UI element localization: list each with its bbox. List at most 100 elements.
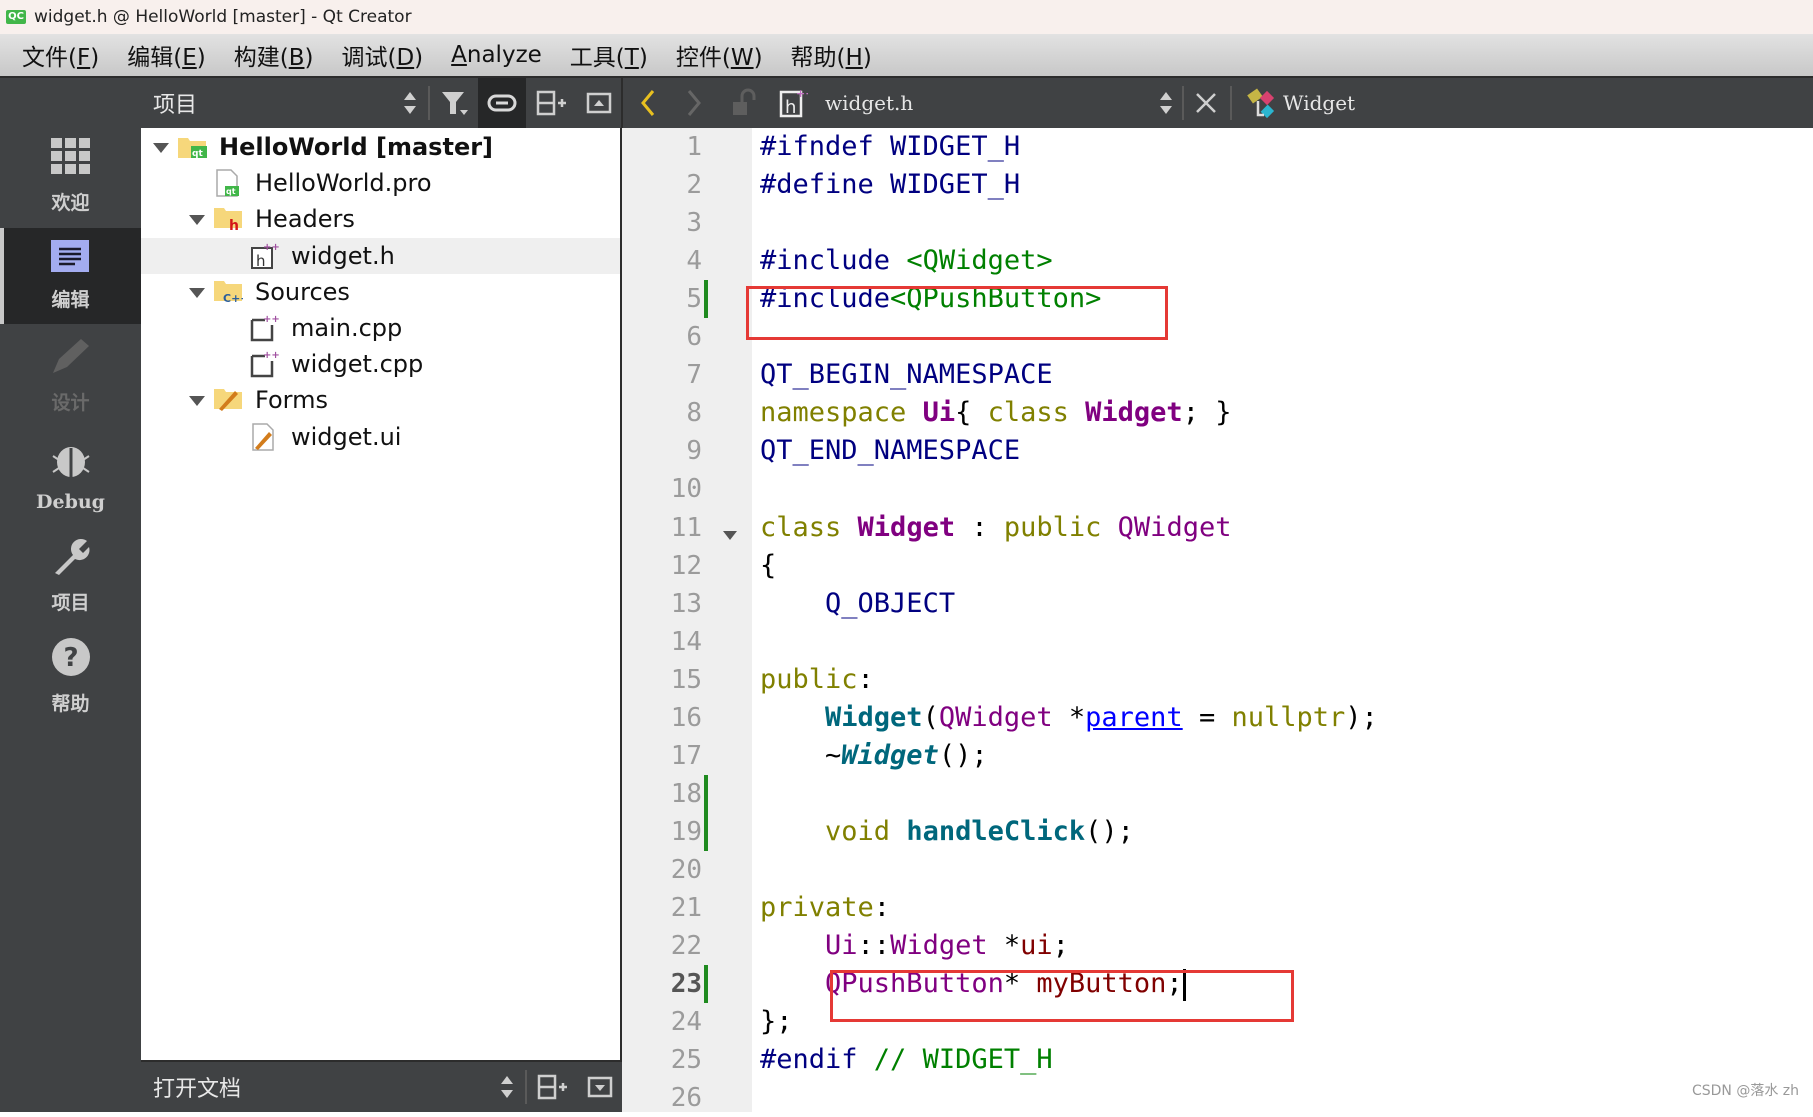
- symbol-selector[interactable]: Widget: [1283, 78, 1355, 128]
- mode-help[interactable]: ?帮助: [0, 628, 141, 724]
- split-icon[interactable]: [537, 1062, 569, 1112]
- tree-item[interactable]: ++widget.cpp: [141, 346, 620, 382]
- navigate-forward-icon[interactable]: [684, 78, 704, 128]
- code-line[interactable]: private:: [760, 889, 890, 927]
- code-line[interactable]: #ifndef WIDGET_H: [760, 128, 1020, 166]
- svg-text:C++: C++: [223, 292, 243, 305]
- fold-arrow-icon[interactable]: [723, 531, 737, 540]
- navigate-back-icon[interactable]: [638, 78, 658, 128]
- menu-bar: 文件(F) 编辑(E) 构建(B) 调试(D) Analyze 工具(T) 控件(W) 帮助(…: [0, 34, 1813, 78]
- line-number: 6: [622, 318, 702, 356]
- change-marker: [704, 965, 708, 1003]
- mode-edit[interactable]: 编辑: [0, 228, 141, 324]
- menu-item[interactable]: 调试(D): [341, 38, 423, 72]
- folder-cpp-file-icon: C++: [213, 277, 243, 305]
- line-number: 5: [622, 280, 702, 318]
- tree-item[interactable]: qtHelloWorld.pro: [141, 165, 620, 201]
- link-with-editor-icon[interactable]: [478, 78, 526, 128]
- mode-label: 帮助: [51, 689, 89, 716]
- tree-item[interactable]: C++Sources: [141, 274, 620, 310]
- mode-label: 项目: [51, 588, 89, 615]
- menu-item[interactable]: 文件(F): [22, 38, 99, 72]
- project-view-selector[interactable]: 项目: [153, 78, 197, 128]
- code-line[interactable]: Q_OBJECT: [760, 585, 955, 623]
- tree-item-label: Headers: [255, 205, 355, 233]
- menu-item[interactable]: 帮助(H): [791, 38, 872, 72]
- close-panel-icon[interactable]: [587, 1062, 613, 1112]
- close-document-icon[interactable]: [1194, 78, 1218, 128]
- menu-item[interactable]: 构建(B): [234, 38, 314, 72]
- toolbar: 项目 h++ widget.h Widget: [0, 78, 1813, 128]
- code-line[interactable]: void handleClick();: [760, 813, 1134, 851]
- code-line[interactable]: class Widget : public QWidget: [760, 509, 1231, 547]
- menu-item[interactable]: 工具(T): [570, 38, 648, 72]
- line-number: 24: [622, 1003, 702, 1041]
- code-line[interactable]: #include <QWidget>: [760, 242, 1053, 280]
- tree-item[interactable]: qtHelloWorld [master]: [141, 129, 620, 165]
- line-number: 18: [622, 775, 702, 813]
- expand-arrow-icon[interactable]: [189, 215, 205, 225]
- window-title: widget.h @ HelloWorld [master] - Qt Crea…: [34, 7, 412, 27]
- change-marker: [704, 813, 708, 851]
- code-line[interactable]: #define WIDGET_H: [760, 166, 1020, 204]
- expand-arrow-icon[interactable]: [189, 288, 205, 298]
- code-line[interactable]: namespace Ui{ class Widget; }: [760, 394, 1231, 432]
- line-number: 10: [622, 470, 702, 508]
- line-number: 17: [622, 737, 702, 775]
- svg-text:qt: qt: [226, 187, 236, 196]
- tree-item-label: widget.h: [291, 242, 395, 270]
- code-line[interactable]: Widget(QWidget *parent = nullptr);: [760, 699, 1378, 737]
- mode-bug[interactable]: Debug: [0, 428, 141, 524]
- cpp-file-icon: ++: [249, 349, 279, 377]
- menu-item[interactable]: 编辑(E): [127, 38, 206, 72]
- wrench-icon: [49, 537, 93, 582]
- svg-text:++: ++: [263, 314, 279, 325]
- menu-item[interactable]: 控件(W): [676, 38, 763, 72]
- tree-item[interactable]: hHeaders: [141, 201, 620, 237]
- code-line[interactable]: {: [760, 547, 776, 585]
- grid-icon: [49, 137, 93, 182]
- line-number: 16: [622, 699, 702, 737]
- code-line[interactable]: QT_END_NAMESPACE: [760, 432, 1020, 470]
- line-number: 15: [622, 661, 702, 699]
- tree-item[interactable]: ++main.cpp: [141, 310, 620, 346]
- mode-grid[interactable]: 欢迎: [0, 128, 141, 224]
- cpp-file-icon: ++: [249, 313, 279, 341]
- open-documents-selector[interactable]: 打开文档: [153, 1062, 241, 1112]
- code-line[interactable]: public:: [760, 661, 874, 699]
- file-selector-updown-icon[interactable]: [1158, 78, 1174, 128]
- header-file-icon: h++: [249, 241, 279, 269]
- close-sidebar-icon[interactable]: [586, 78, 612, 128]
- open-docs-updown-icon[interactable]: [499, 1062, 515, 1112]
- open-documents-label: 打开文档: [153, 1071, 241, 1103]
- tree-item[interactable]: h++ widget.h: [141, 238, 620, 274]
- filter-icon[interactable]: [440, 78, 470, 128]
- pencil-icon: [49, 337, 93, 382]
- edit-icon: [51, 240, 91, 279]
- current-file-label[interactable]: widget.h: [825, 78, 913, 128]
- menu-item[interactable]: Analyze: [451, 42, 542, 68]
- expand-arrow-icon[interactable]: [153, 143, 169, 153]
- tree-item[interactable]: Forms: [141, 382, 620, 418]
- tree-item[interactable]: widget.ui: [141, 419, 620, 455]
- expand-arrow-icon[interactable]: [189, 396, 205, 406]
- view-selector-updown-icon[interactable]: [402, 78, 418, 128]
- current-symbol-name: Widget: [1283, 91, 1355, 115]
- code-line[interactable]: };: [760, 1003, 793, 1041]
- ui-file-icon: [249, 422, 279, 450]
- code-line[interactable]: QT_BEGIN_NAMESPACE: [760, 356, 1053, 394]
- change-marker: [704, 775, 708, 813]
- line-number: 7: [622, 356, 702, 394]
- code-line[interactable]: ~Widget();: [760, 737, 988, 775]
- split-icon[interactable]: [536, 78, 568, 128]
- mode-wrench[interactable]: 项目: [0, 528, 141, 624]
- change-marker: [704, 280, 708, 318]
- line-number: 8: [622, 394, 702, 432]
- folder-ui-file-icon: [213, 385, 243, 413]
- code-line[interactable]: Ui::Widget *ui;: [760, 927, 1069, 965]
- highlight-box-member: [830, 970, 1294, 1022]
- code-line[interactable]: #endif // WIDGET_H: [760, 1041, 1053, 1079]
- project-file-icon: qt: [177, 132, 207, 160]
- code-editor[interactable]: 1234567891011121314151617181920212223242…: [622, 128, 1813, 1112]
- line-number: 1: [622, 128, 702, 166]
